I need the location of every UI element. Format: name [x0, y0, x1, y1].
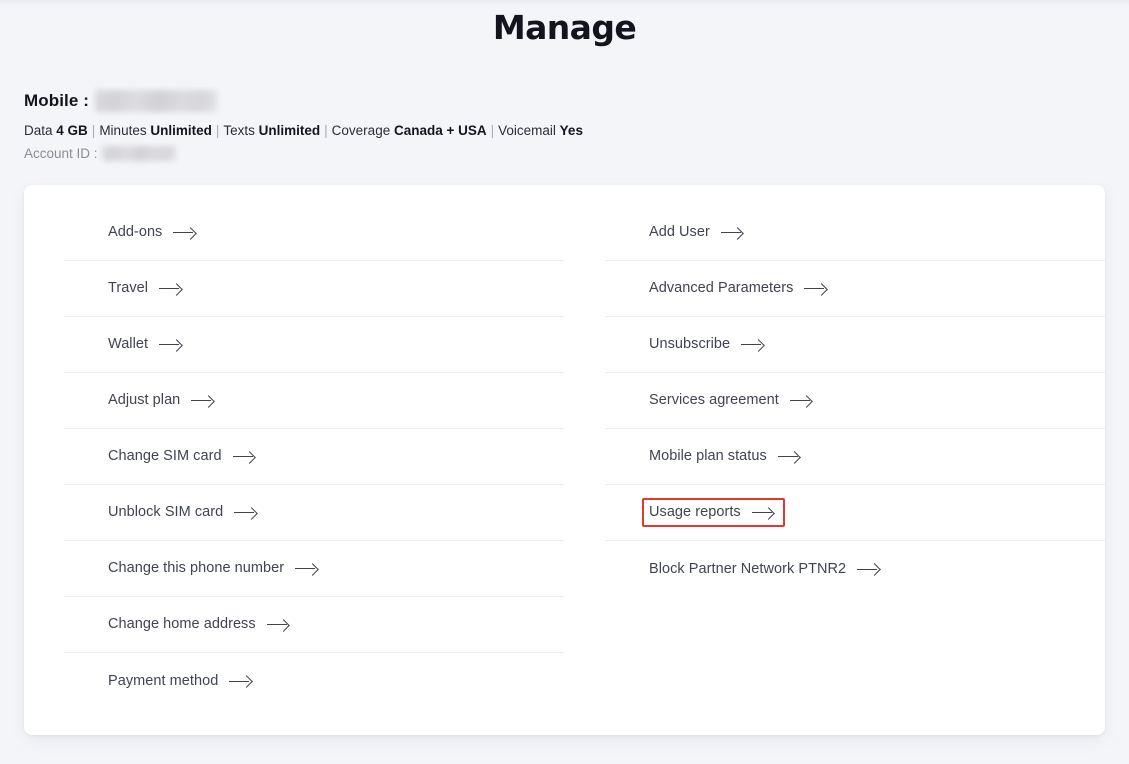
menu-item-label: Add User [649, 224, 710, 241]
menu-item-mobile-plan-status[interactable]: Mobile plan status [642, 442, 811, 471]
arrow-right-icon [159, 339, 181, 351]
menu-item-services-agreement[interactable]: Services agreement [642, 386, 823, 415]
menu-row: Services agreement [605, 373, 1105, 429]
arrow-right-icon [751, 507, 774, 519]
account-summary: Mobile : Data 4 GB | Minutes Unlimited | Tex… [24, 88, 583, 161]
menu-row: Change SIM card [64, 429, 564, 485]
menu-item-travel[interactable]: Travel [101, 274, 192, 303]
arrow-right-icon [173, 227, 195, 239]
menu-item-change-home-address[interactable]: Change home address [101, 610, 300, 639]
menu-item-label: Change this phone number [108, 560, 285, 577]
arrow-right-icon [777, 451, 800, 463]
menu-item-change-sim-card[interactable]: Change SIM card [101, 442, 266, 471]
menu-item-add-user[interactable]: Add User [642, 218, 754, 247]
arrow-right-icon [234, 507, 256, 519]
menu-item-label: Unsubscribe [649, 336, 731, 353]
arrow-right-icon [232, 451, 255, 463]
menu-item-label: Unblock SIM card [108, 504, 224, 521]
plan-value: Yes [559, 123, 583, 138]
options-column-left: Add-ons Travel Wallet Adjust plan Change SIM… [64, 205, 564, 709]
menu-item-label: Usage reports [649, 504, 741, 521]
menu-item-label: Add-ons [108, 224, 163, 241]
manage-page: Manage Mobile : Data 4 GB | Minutes Unlimi… [0, 0, 1129, 764]
menu-item-label: Adjust plan [108, 392, 181, 409]
menu-item-unsubscribe[interactable]: Unsubscribe [642, 330, 774, 359]
plan-key: Texts [223, 123, 259, 138]
menu-row: Adjust plan [64, 373, 564, 429]
menu-item-label: Mobile plan status [649, 448, 767, 465]
options-column-right: Add User Advanced Parameters Unsubscribe Se… [605, 205, 1105, 709]
menu-item-label: Services agreement [649, 392, 779, 409]
plan-value: Unlimited [258, 123, 321, 138]
menu-item-advanced-parameters[interactable]: Advanced Parameters [642, 274, 837, 303]
plan-value: Canada + USA [393, 123, 487, 138]
menu-row: Block Partner Network PTNR2 [605, 541, 1105, 597]
menu-item-payment-method[interactable]: Payment method [101, 667, 262, 696]
plan-key: Coverage [331, 123, 394, 138]
menu-row: Unsubscribe [605, 317, 1105, 373]
mobile-number-line: Mobile : [24, 88, 583, 114]
account-id-line: Account ID : [24, 145, 583, 161]
arrow-right-icon [295, 563, 317, 575]
plan-key: Data [24, 123, 57, 138]
menu-row: Change this phone number [64, 541, 564, 597]
menu-item-label: Travel [108, 280, 149, 297]
plan-key: Voicemail [498, 123, 560, 138]
menu-item-wallet[interactable]: Wallet [101, 330, 192, 359]
plan-separator: | [91, 123, 96, 138]
mobile-number-redacted [95, 90, 218, 112]
plan-separator: | [215, 123, 220, 138]
menu-row: Change home address [64, 597, 564, 653]
arrow-right-icon [159, 283, 181, 295]
arrow-right-icon [789, 395, 812, 407]
plan-value: Unlimited [150, 123, 212, 138]
menu-item-label: Payment method [108, 672, 219, 689]
plan-separator: | [490, 123, 495, 138]
account-id-label: Account ID : [24, 145, 98, 161]
arrow-right-icon [266, 619, 289, 631]
menu-item-label: Wallet [108, 336, 149, 353]
menu-item-block-partner-network-ptnr2[interactable]: Block Partner Network PTNR2 [642, 555, 890, 584]
plan-value: 4 GB [56, 123, 88, 138]
menu-row: Add-ons [64, 205, 564, 261]
menu-item-change-this-phone-number[interactable]: Change this phone number [101, 554, 328, 583]
menu-row: Unblock SIM card [64, 485, 564, 541]
manage-options-card: Add-ons Travel Wallet Adjust plan Change SIM… [24, 185, 1105, 735]
menu-item-label: Change SIM card [108, 448, 222, 465]
account-id-redacted [101, 145, 176, 161]
arrow-right-icon [191, 395, 213, 407]
menu-row: Travel [64, 261, 564, 317]
menu-item-label: Block Partner Network PTNR2 [649, 560, 847, 577]
menu-row: Wallet [64, 317, 564, 373]
page-title: Manage [492, 8, 637, 47]
menu-item-unblock-sim-card[interactable]: Unblock SIM card [101, 498, 267, 527]
top-edge-strip [0, 0, 1129, 6]
mobile-label: Mobile : [24, 91, 90, 110]
menu-item-label: Change home address [108, 616, 256, 633]
arrow-right-icon [857, 563, 879, 575]
arrow-right-icon [741, 339, 763, 351]
plan-details-line: Data 4 GB | Minutes Unlimited | Texts Unlimi… [24, 123, 583, 139]
arrow-right-icon [229, 675, 251, 687]
menu-row: Add User [605, 205, 1105, 261]
plan-key: Minutes [99, 123, 151, 138]
options-columns: Add-ons Travel Wallet Adjust plan Change SIM… [24, 205, 1105, 709]
arrow-right-icon [804, 283, 826, 295]
menu-item-label: Advanced Parameters [649, 280, 794, 297]
menu-item-adjust-plan[interactable]: Adjust plan [101, 386, 224, 415]
menu-row: Payment method [64, 653, 564, 709]
menu-item-add-ons[interactable]: Add-ons [101, 218, 206, 247]
plan-separator: | [324, 123, 328, 138]
arrow-right-icon [720, 227, 743, 239]
menu-row: Advanced Parameters [605, 261, 1105, 317]
menu-row: Usage reports [605, 485, 1105, 541]
menu-row: Mobile plan status [605, 429, 1105, 485]
menu-item-usage-reports[interactable]: Usage reports [642, 498, 785, 527]
